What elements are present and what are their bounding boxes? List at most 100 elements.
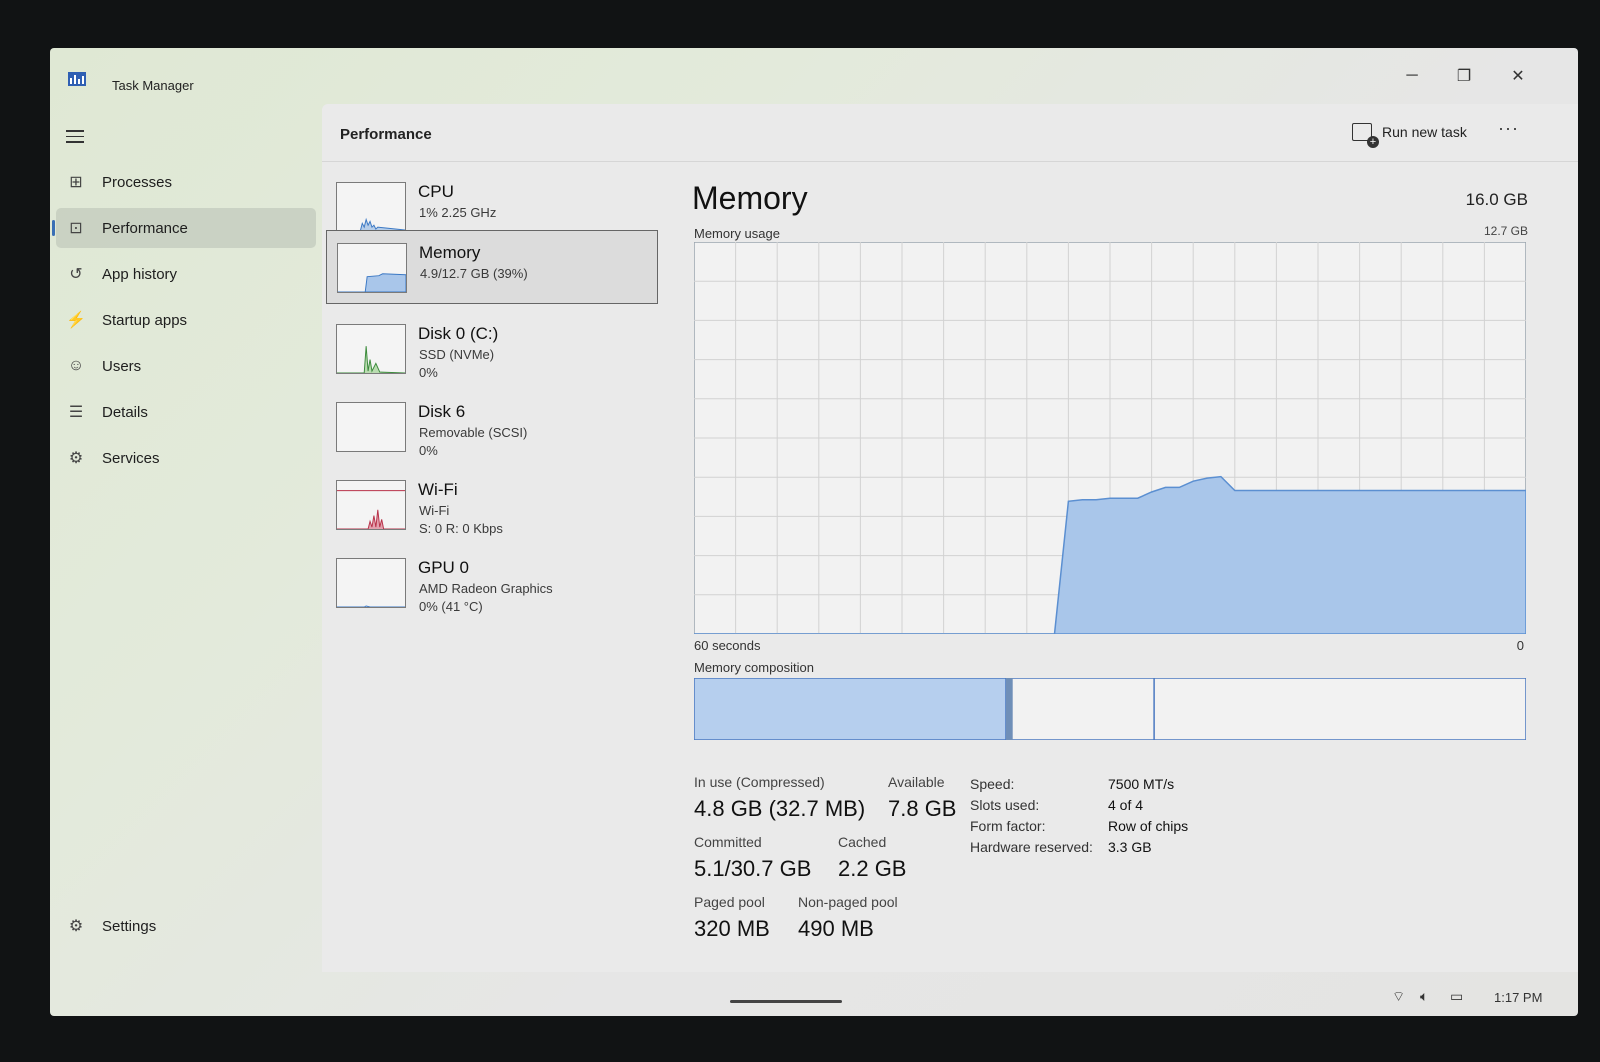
resource-item-disk-0[interactable]: Disk 0 (C:) SSD (NVMe) 0% — [326, 316, 658, 390]
restore-button[interactable]: ❐ — [1446, 62, 1482, 90]
sidebar-item-label: Processes — [102, 173, 173, 191]
composition-modified — [1006, 678, 1013, 740]
sidebar-item-details[interactable]: ☰ Details — [56, 392, 316, 432]
sidebar-item-label: Services — [102, 449, 160, 467]
available-value: 7.8 GB — [888, 796, 957, 821]
close-icon: ✕ — [1511, 68, 1525, 85]
resource-name: GPU 0 — [418, 558, 470, 577]
resource-name: Wi-Fi — [418, 480, 458, 499]
processes-icon: ⊞ — [69, 174, 83, 191]
form-factor-value: Row of chips — [1108, 818, 1189, 834]
sidebar-item-performance[interactable]: ⊡ Performance — [52, 208, 316, 248]
sidebar-item-users[interactable]: ☺ Users — [56, 346, 316, 386]
sidebar-item-label: Performance — [102, 219, 188, 237]
hamburger-menu-icon[interactable] — [66, 130, 84, 144]
sidebar-item-label: Details — [102, 403, 148, 421]
sidebar-item-settings[interactable]: ⚙ Settings — [56, 906, 316, 946]
committed-value: 5.1/30.7 GB — [694, 856, 812, 881]
hardware-reserved-label: Hardware reserved: — [970, 839, 1093, 855]
resource-item-memory[interactable]: Memory 4.9/12.7 GB (39%) — [326, 230, 658, 304]
task-manager-logo-icon — [68, 72, 86, 86]
composition-in-use — [694, 678, 1007, 740]
sidebar-item-processes[interactable]: ⊞ Processes — [56, 162, 316, 202]
usage-graph-max: 12.7 GB — [1483, 224, 1528, 238]
resource-detail: SSD (NVMe) — [419, 347, 495, 362]
clock[interactable]: 1:17 PM — [1494, 990, 1542, 1005]
performance-icon: ⊡ — [69, 220, 83, 237]
resource-item-wifi[interactable]: Wi-Fi Wi-Fi S: 0 R: 0 Kbps — [326, 472, 658, 546]
resource-item-gpu[interactable]: GPU 0 AMD Radeon Graphics 0% (41 °C) — [326, 550, 658, 624]
graph-time-span: 60 seconds — [694, 638, 761, 653]
title-bar: Task Manager ─ ❐ ✕ — [50, 48, 1578, 104]
wifi-icon[interactable]: ⌔ — [1392, 988, 1405, 1006]
memory-usage-graph — [694, 242, 1526, 634]
resource-detail: 4.9/12.7 GB (39%) — [420, 266, 528, 281]
history-icon: ↺ — [69, 266, 83, 283]
paged-pool-value: 320 MB — [694, 916, 770, 941]
gear-icon: ⚙ — [68, 918, 84, 935]
restore-icon: ❐ — [1456, 68, 1472, 85]
slots-label: Slots used: — [970, 797, 1040, 813]
resource-name: Memory — [419, 243, 481, 262]
run-task-icon — [1352, 123, 1379, 148]
content-header: Performance Run new task ··· — [322, 104, 1578, 162]
in-use-label: In use (Compressed) — [694, 774, 825, 790]
resource-usage: 0% (41 °C) — [419, 599, 483, 614]
resource-usage: S: 0 R: 0 Kbps — [419, 521, 503, 536]
resource-detail: AMD Radeon Graphics — [419, 581, 553, 596]
resource-detail: Wi-Fi — [419, 503, 450, 518]
resource-usage: 0% — [419, 365, 438, 380]
sidebar-item-services[interactable]: ⚙ Services — [56, 438, 316, 478]
usage-graph-label: Memory usage — [694, 226, 780, 241]
minimize-button[interactable]: ─ — [1394, 62, 1430, 90]
users-icon: ☺ — [67, 357, 85, 374]
minimize-icon: ─ — [1406, 67, 1418, 84]
resource-name: Disk 0 (C:) — [418, 324, 499, 343]
disk0-thumbnail-graph — [336, 324, 406, 374]
available-label: Available — [888, 774, 945, 790]
run-new-task-button[interactable]: Run new task — [1352, 118, 1467, 148]
sidebar-item-label: Users — [102, 357, 142, 375]
sidebar: ⊞ Processes ⊡ Performance ↺ App history … — [50, 104, 322, 1016]
resource-detail: 1% 2.25 GHz — [419, 205, 497, 220]
speed-label: Speed: — [970, 776, 1015, 792]
volume-icon[interactable]: 🔈︎ — [1420, 988, 1428, 1005]
nonpaged-pool-label: Non-paged pool — [798, 894, 898, 910]
memory-composition-bar — [694, 678, 1526, 740]
gpu-thumbnail-graph — [336, 558, 406, 608]
sidebar-item-app-history[interactable]: ↺ App history — [56, 254, 316, 294]
detail-title: Memory — [692, 180, 808, 216]
in-use-value: 4.8 GB (32.7 MB) — [694, 796, 866, 821]
cached-value: 2.2 GB — [838, 856, 907, 881]
close-button[interactable]: ✕ — [1500, 62, 1536, 90]
resource-detail: Removable (SCSI) — [419, 425, 528, 440]
resource-item-disk-6[interactable]: Disk 6 Removable (SCSI) 0% — [326, 394, 658, 468]
more-options-button[interactable]: ··· — [1498, 118, 1519, 139]
startup-icon: ⚡ — [66, 312, 86, 329]
form-factor-label: Form factor: — [970, 818, 1046, 834]
paged-pool-label: Paged pool — [694, 894, 765, 910]
resource-name: CPU — [418, 182, 454, 201]
page-title: Performance — [340, 126, 432, 143]
home-indicator[interactable] — [730, 1000, 842, 1003]
window-title: Task Manager — [112, 78, 194, 93]
details-icon: ☰ — [68, 404, 84, 421]
resource-name: Disk 6 — [418, 402, 466, 421]
taskbar: ⌔ 🔈︎ ▭ 1:17 PM — [50, 972, 1578, 1016]
sidebar-item-label: Settings — [102, 917, 157, 935]
speed-value: 7500 MT/s — [1108, 776, 1175, 792]
nonpaged-pool-value: 490 MB — [798, 916, 874, 941]
sidebar-item-label: Startup apps — [102, 311, 188, 329]
battery-icon[interactable]: ▭ — [1450, 988, 1463, 1005]
disk6-thumbnail-graph — [336, 402, 406, 452]
committed-label: Committed — [694, 834, 762, 850]
sidebar-item-label: App history — [102, 265, 178, 283]
sidebar-item-startup-apps[interactable]: ⚡ Startup apps — [56, 300, 316, 340]
resource-usage: 0% — [419, 443, 438, 458]
cached-label: Cached — [838, 834, 887, 850]
services-icon: ⚙ — [68, 450, 84, 467]
composition-label: Memory composition — [694, 660, 814, 675]
wifi-thumbnail-graph — [336, 480, 406, 530]
hardware-reserved-value: 3.3 GB — [1108, 839, 1152, 855]
main-content: Performance Run new task ··· CPU 1% 2.25… — [322, 104, 1578, 972]
